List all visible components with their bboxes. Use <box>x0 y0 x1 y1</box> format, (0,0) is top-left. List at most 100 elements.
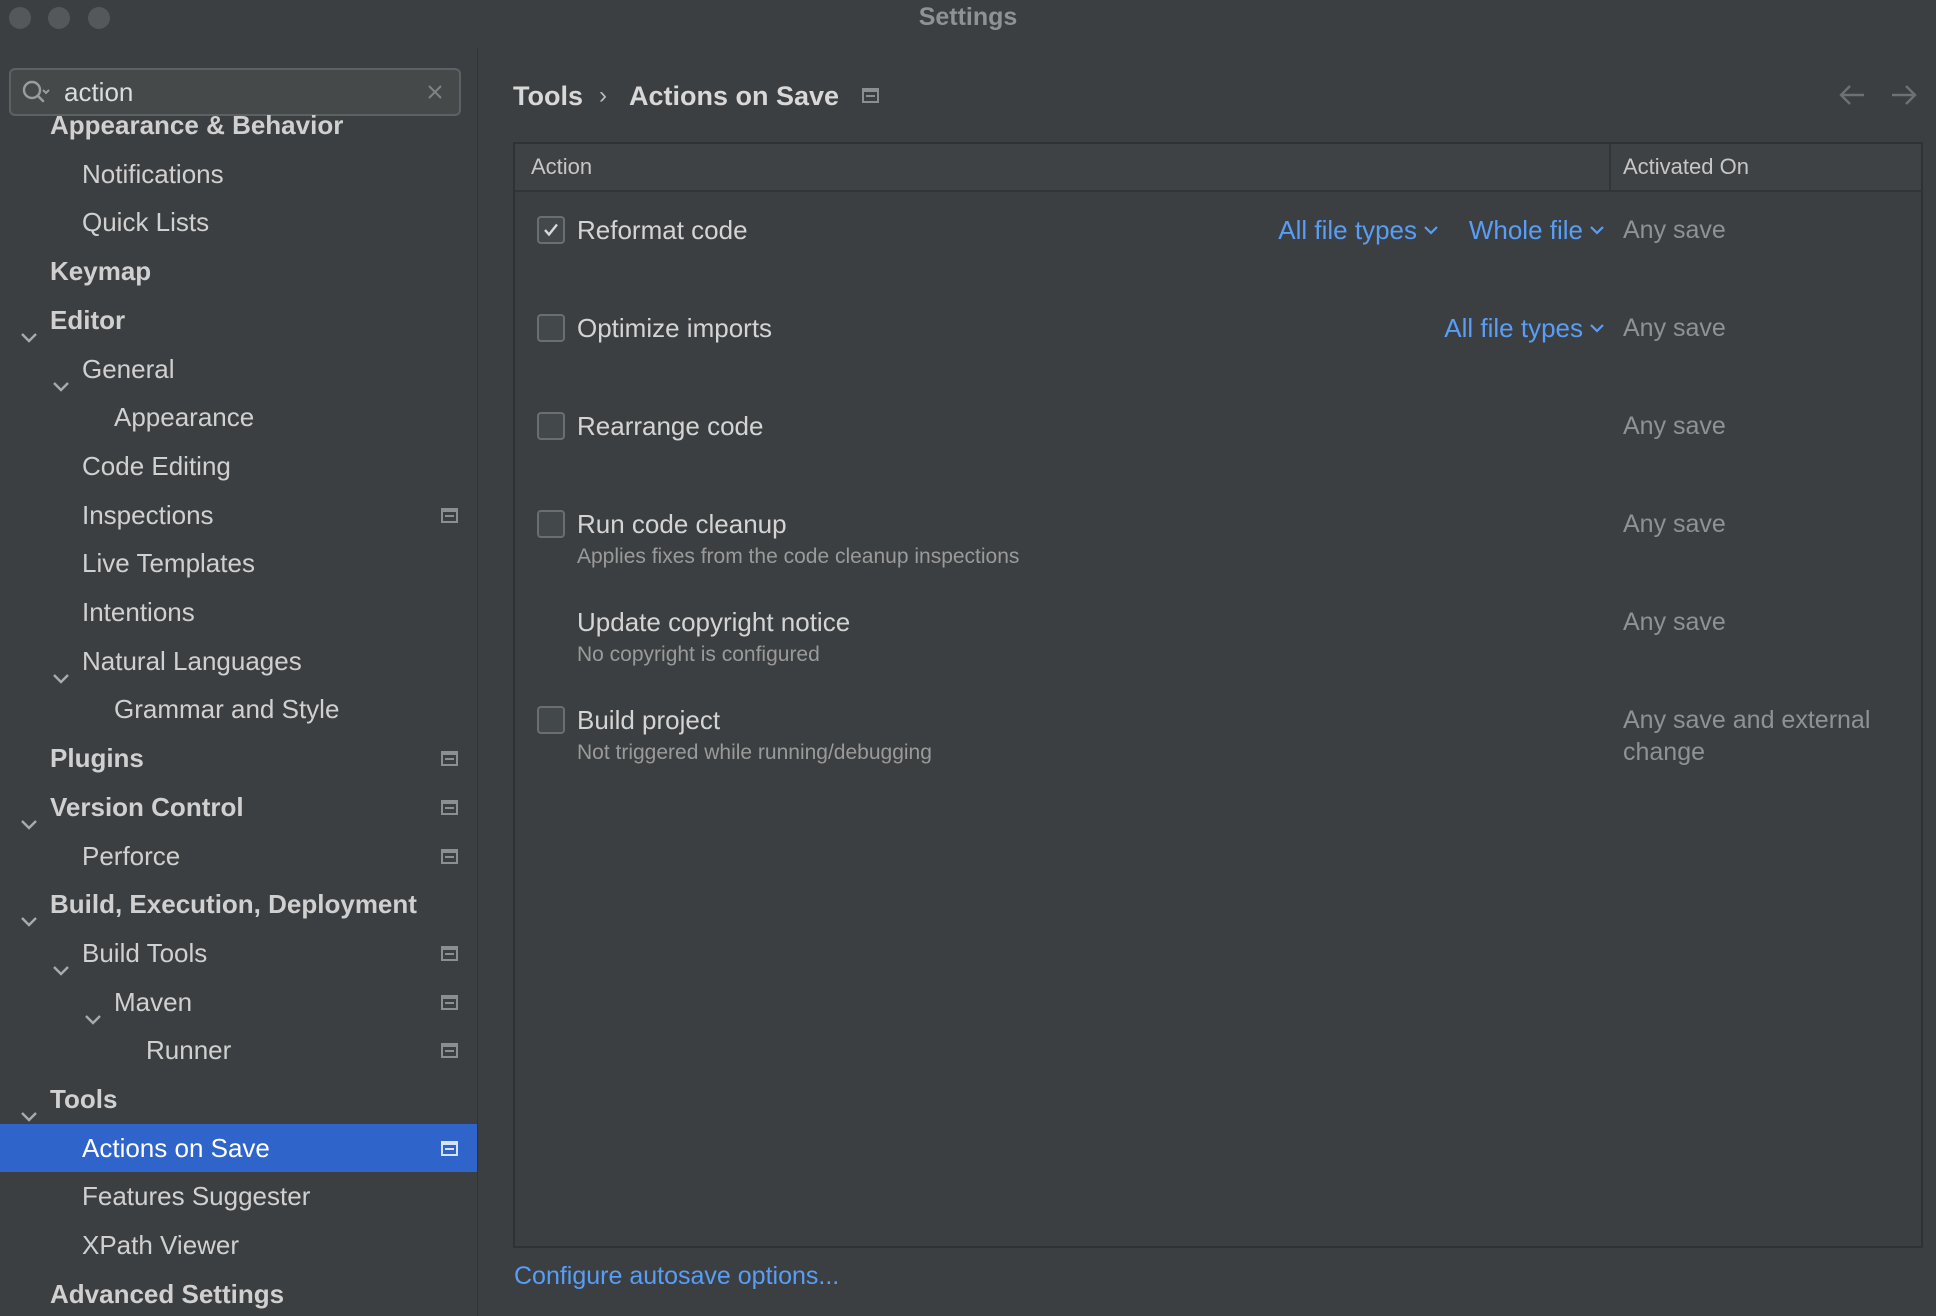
sidebar-item-label: Appearance <box>114 402 255 433</box>
activated-on-value[interactable]: Any save <box>1623 406 1913 442</box>
chevron-down-icon[interactable] <box>52 653 70 684</box>
sidebar-item-appearance-behavior[interactable]: Appearance & Behavior <box>0 101 477 149</box>
activated-on-value[interactable]: Any save <box>1623 210 1913 246</box>
column-divider[interactable] <box>1609 144 1611 190</box>
sidebar-item-intentions[interactable]: Intentions <box>0 588 477 636</box>
chevron-down-icon[interactable] <box>84 994 102 1025</box>
action-title[interactable]: Build project <box>577 700 720 740</box>
column-header-action[interactable]: Action <box>531 144 592 190</box>
rearrange-code-checkbox[interactable] <box>537 412 565 440</box>
sidebar-item-plugins[interactable]: Plugins <box>0 734 477 782</box>
sidebar-item-label: XPath Viewer <box>82 1230 240 1261</box>
arrow-right-icon[interactable] <box>1889 80 1919 110</box>
action-description: Applies fixes from the code cleanup insp… <box>577 545 1020 568</box>
action-title[interactable]: Run code cleanup <box>577 504 787 544</box>
sidebar-item-label: Build Tools <box>82 937 208 968</box>
sidebar-item-keymap[interactable]: Keymap <box>0 247 477 295</box>
sidebar-item-advanced-settings[interactable]: Advanced Settings <box>0 1270 477 1316</box>
page-title: Actions on Save <box>629 81 840 111</box>
chevron-down-icon[interactable] <box>52 945 70 976</box>
breadcrumb-parent[interactable]: Tools <box>513 76 583 116</box>
sidebar-item-maven[interactable]: Maven <box>0 978 477 1026</box>
sidebar-item-xpath-viewer[interactable]: XPath Viewer <box>0 1221 477 1269</box>
activated-on-value[interactable]: Any save <box>1623 504 1913 540</box>
sidebar-item-build-execution-deployment[interactable]: Build, Execution, Deployment <box>0 880 477 928</box>
chevron-down-icon[interactable] <box>52 361 70 392</box>
action-title[interactable]: Update copyright notice <box>577 602 850 642</box>
chevron-down-icon[interactable] <box>20 1091 38 1122</box>
sidebar-item-label: Perforce <box>82 840 181 871</box>
action-title[interactable]: Optimize imports <box>577 308 772 348</box>
chevron-down-icon[interactable] <box>20 312 38 343</box>
sidebar-item-live-templates[interactable]: Live Templates <box>0 539 477 587</box>
all-file-types-dropdown[interactable]: All file types <box>1444 308 1605 348</box>
table-row: Run code cleanup Applies fixes from the c… <box>515 494 1921 590</box>
dropdown-label: All file types <box>1278 215 1417 245</box>
breadcrumb-separator: › <box>599 82 607 109</box>
reformat-code-checkbox[interactable] <box>537 216 565 244</box>
table-row: Reformat code All file types Whole file Any… <box>515 200 1921 296</box>
build-project-checkbox[interactable] <box>537 706 565 734</box>
sidebar-item-label: Maven <box>114 986 193 1017</box>
sidebar-item-label: Live Templates <box>82 548 255 579</box>
dropdown-label: All file types <box>1444 313 1583 343</box>
sidebar-item-label: Actions on Save <box>82 1132 270 1163</box>
sidebar-item-label: Inspections <box>82 499 214 530</box>
action-description: Not triggered while running/debugging <box>577 741 932 764</box>
sidebar-item-label: Advanced Settings <box>50 1278 285 1309</box>
sidebar-item-label: Appearance & Behavior <box>50 110 344 140</box>
chevron-down-icon[interactable] <box>20 896 38 927</box>
settings-sidebar: Appearance & Behavior Notifications Quick … <box>0 48 478 1316</box>
sidebar-item-appearance[interactable]: Appearance <box>0 393 477 441</box>
sidebar-item-code-editing[interactable]: Code Editing <box>0 442 477 490</box>
sidebar-item-notifications[interactable]: Notifications <box>0 150 477 198</box>
sidebar-item-general[interactable]: General <box>0 345 477 393</box>
run-code-cleanup-checkbox[interactable] <box>537 510 565 538</box>
chevron-down-icon <box>1583 215 1605 245</box>
sidebar-item-label: Intentions <box>82 597 195 627</box>
sidebar-item-quick-lists[interactable]: Quick Lists <box>0 198 477 246</box>
sidebar-item-natural-languages[interactable]: Natural Languages <box>0 637 477 685</box>
project-level-icon <box>862 88 879 103</box>
project-level-icon <box>441 994 458 1010</box>
sidebar-item-build-tools[interactable]: Build Tools <box>0 929 477 977</box>
sidebar-item-label: Quick Lists <box>82 207 210 238</box>
sidebar-item-label: Natural Languages <box>82 645 302 676</box>
arrow-left-icon[interactable] <box>1837 80 1867 110</box>
sidebar-item-label: Code Editing <box>82 450 231 481</box>
column-header-activated-on[interactable]: Activated On <box>1623 144 1749 190</box>
sidebar-item-label: Tools <box>50 1084 118 1114</box>
sidebar-item-features-suggester[interactable]: Features Suggester <box>0 1172 477 1220</box>
sidebar-item-label: Notifications <box>82 158 224 189</box>
activated-on-value[interactable]: Any save <box>1623 602 1913 638</box>
main-panel: Tools › Actions on Save Action Activated… <box>479 48 1936 1316</box>
sidebar-item-actions-on-save[interactable]: Actions on Save <box>0 1123 477 1172</box>
sidebar-item-version-control[interactable]: Version Control <box>0 783 477 831</box>
sidebar-item-inspections[interactable]: Inspections <box>0 491 477 539</box>
sidebar-item-label: Build, Execution, Deployment <box>50 889 417 920</box>
project-level-icon <box>441 945 458 961</box>
project-level-icon <box>441 799 458 815</box>
sidebar-item-label: General <box>82 353 175 384</box>
sidebar-item-editor[interactable]: Editor <box>0 296 477 344</box>
action-title[interactable]: Rearrange code <box>577 406 763 446</box>
configure-autosave-link[interactable]: Configure autosave options... <box>514 1256 839 1296</box>
clear-icon[interactable] <box>425 82 445 102</box>
chevron-down-icon[interactable] <box>20 799 38 830</box>
sidebar-item-label: Keymap <box>50 256 152 287</box>
activated-on-value[interactable]: Any save <box>1623 308 1913 344</box>
sidebar-item-grammar-and-style[interactable]: Grammar and Style <box>0 685 477 733</box>
title-bar: Settings <box>0 0 1936 48</box>
whole-file-dropdown[interactable]: Whole file <box>1469 210 1605 250</box>
sidebar-item-runner[interactable]: Runner <box>0 1026 477 1074</box>
sidebar-item-label: Plugins <box>50 743 144 774</box>
action-description: No copyright is configured <box>577 643 820 666</box>
sidebar-item-label: Version Control <box>50 791 244 822</box>
optimize-imports-checkbox[interactable] <box>537 314 565 342</box>
sidebar-item-perforce[interactable]: Perforce <box>0 832 477 880</box>
table-row: Optimize imports All file types Any save <box>515 298 1921 394</box>
activated-on-value[interactable]: Any save and external change <box>1623 700 1913 768</box>
action-title[interactable]: Reformat code <box>577 210 748 250</box>
all-file-types-dropdown[interactable]: All file types <box>1278 210 1439 250</box>
sidebar-item-tools[interactable]: Tools <box>0 1075 477 1123</box>
